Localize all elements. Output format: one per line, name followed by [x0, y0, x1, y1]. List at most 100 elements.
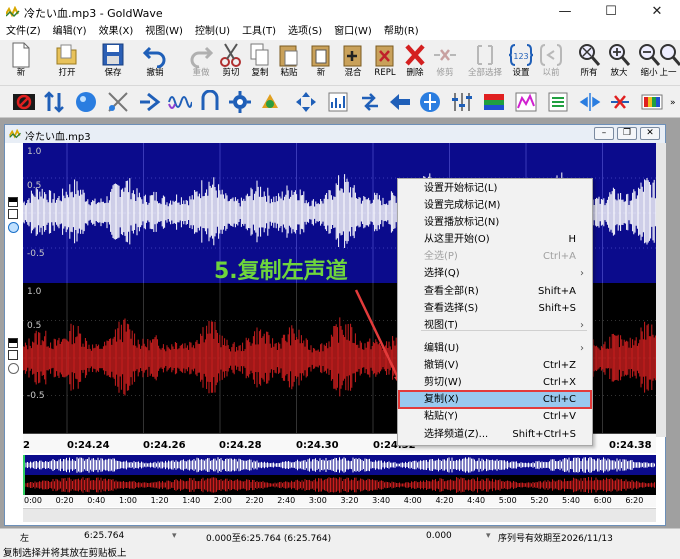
previous-button[interactable]: 以前: [534, 42, 568, 84]
status-divider-2: ▾: [486, 531, 491, 541]
context-menu-item[interactable]: 设置播放标记(N): [398, 214, 592, 231]
copy-icon: [250, 43, 269, 66]
volume-match-icon[interactable]: [418, 90, 442, 114]
overview-tick-label: 1:40: [182, 496, 201, 505]
doc-minimize-button[interactable]: –: [594, 127, 614, 140]
color-level-icon[interactable]: [640, 90, 664, 114]
left-channel-mute-checkbox[interactable]: [8, 209, 18, 219]
menu-window[interactable]: 窗口(W): [328, 24, 378, 40]
horizontal-scrollbar[interactable]: [23, 508, 656, 522]
set-selection-button[interactable]: 123 设置: [504, 42, 538, 84]
doppler-icon[interactable]: [42, 90, 66, 114]
context-menu-item[interactable]: 查看选择(S) Shift+S: [398, 300, 592, 317]
context-menu-item[interactable]: 查看全部(R) Shift+A: [398, 283, 592, 300]
pan-icon[interactable]: [294, 90, 318, 114]
offset-icon[interactable]: [258, 90, 282, 114]
menu-view[interactable]: 视图(W): [139, 24, 189, 40]
menu-tools[interactable]: 工具(T): [236, 24, 282, 40]
select-all-button[interactable]: 全部选择: [468, 42, 502, 84]
replace-label: REPL: [374, 68, 396, 78]
undo-button[interactable]: 撤销: [138, 42, 172, 84]
context-menu-item[interactable]: 粘贴(Y) Ctrl+V: [398, 408, 592, 425]
menu-help[interactable]: 帮助(R): [378, 24, 425, 40]
right-channel-solo-radio[interactable]: [8, 363, 19, 374]
zoom-all-label: 所有: [580, 68, 598, 78]
overview-tick-label: 4:00: [403, 496, 422, 505]
right-channel-mute-checkbox[interactable]: [8, 350, 18, 360]
context-menu-item[interactable]: 从这里开始(O) H: [398, 231, 592, 248]
waveform-effect-icon[interactable]: [168, 90, 192, 114]
reverse-icon[interactable]: [358, 90, 382, 114]
doc-close-button[interactable]: ✕: [640, 127, 660, 140]
context-menu-item[interactable]: 设置完成标记(M): [398, 197, 592, 214]
left-channel-enable-checkbox[interactable]: [8, 197, 18, 207]
overview-tick-label: 4:40: [467, 496, 486, 505]
mechanize-icon[interactable]: [228, 90, 252, 114]
pitch-icon[interactable]: [326, 90, 350, 114]
echo-icon[interactable]: [74, 90, 98, 114]
context-menu-item[interactable]: 编辑(U) ›: [398, 340, 592, 357]
context-menu-item-shortcut: H: [568, 234, 576, 245]
context-menu-item[interactable]: 剪切(W) Ctrl+X: [398, 374, 592, 391]
redo-button[interactable]: 重做: [184, 42, 218, 84]
menu-control[interactable]: 控制(U): [189, 24, 236, 40]
stereo-spread-icon[interactable]: [578, 90, 602, 114]
context-menu-item-label: 从这里开始(O): [424, 234, 490, 245]
stop-effect-icon[interactable]: [12, 90, 36, 114]
context-menu-item[interactable]: 复制(X) Ctrl+C: [398, 391, 592, 408]
save-button[interactable]: 保存: [96, 42, 130, 84]
context-menu-item[interactable]: 视图(T) ›: [398, 317, 592, 334]
context-menu-item[interactable]: 撤销(V) Ctrl+Z: [398, 357, 592, 374]
maximize-button[interactable]: ☐: [588, 0, 634, 24]
equalizer-tool-icon[interactable]: [106, 90, 130, 114]
silence-icon[interactable]: [608, 90, 632, 114]
overview-waveform[interactable]: [23, 455, 656, 495]
right-channel-enable-checkbox[interactable]: [8, 338, 18, 348]
context-menu-item-label: 设置播放标记(N): [424, 217, 500, 228]
context-menu-item-shortcut: Ctrl+V: [542, 411, 576, 422]
trim-button[interactable]: 修剪: [428, 42, 462, 84]
close-button[interactable]: ✕: [634, 0, 680, 24]
delete-button[interactable]: 删除: [398, 42, 432, 84]
zoom-all-icon: [579, 44, 601, 66]
left-channel-solo-radio[interactable]: [8, 222, 19, 233]
menu-file[interactable]: 文件(Z): [0, 24, 47, 40]
arrow-left-icon[interactable]: [388, 90, 412, 114]
new-button[interactable]: 新: [4, 42, 38, 84]
menu-effects[interactable]: 效果(X): [93, 24, 140, 40]
toolbar-overflow-icon[interactable]: »: [670, 98, 676, 108]
zoom-in-button[interactable]: 放大: [602, 42, 636, 84]
delete-label: 删除: [406, 68, 424, 78]
paste-button[interactable]: 粘贴: [272, 42, 306, 84]
context-menu-item[interactable]: 设置开始标记(L): [398, 180, 592, 197]
overview-tick-label: 2:20: [245, 496, 264, 505]
replace-button[interactable]: REPL: [368, 42, 402, 84]
invert-icon[interactable]: [198, 90, 222, 114]
previous-icon: [540, 44, 562, 66]
open-button[interactable]: 打开: [50, 42, 84, 84]
context-menu-item[interactable]: 全选(P) Ctrl+A: [398, 248, 592, 265]
context-menu-item[interactable]: 选择频道(Z)... Shift+Ctrl+S: [398, 426, 592, 443]
context-menu-item[interactable]: 选择(Q) ›: [398, 265, 592, 282]
minimize-button[interactable]: —: [542, 0, 588, 24]
overview-tick-label: 5:20: [530, 496, 549, 505]
zoom-previous-button[interactable]: 上一: [656, 42, 680, 84]
vertical-scrollbar[interactable]: [656, 143, 666, 437]
previous-label: 以前: [542, 68, 560, 78]
time-label-3: 0:24.28: [219, 440, 262, 451]
fade-in-icon[interactable]: [138, 90, 162, 114]
noise-reduction-icon[interactable]: [482, 90, 506, 114]
equalizer-sliders-icon[interactable]: [450, 90, 474, 114]
doc-restore-button[interactable]: ❐: [617, 127, 637, 140]
mix-button[interactable]: 混合: [336, 42, 370, 84]
menu-options[interactable]: 选项(S): [282, 24, 328, 40]
goldwave-logo-icon: [6, 6, 20, 18]
spectrum-filter-icon[interactable]: [514, 90, 538, 114]
zoom-all-button[interactable]: 所有: [572, 42, 606, 84]
delete-icon: [405, 44, 425, 66]
open-folder-icon: [56, 44, 77, 65]
channel-mixer-icon[interactable]: [546, 90, 570, 114]
paste-label: 粘贴: [280, 68, 298, 78]
menu-edit[interactable]: 编辑(Y): [47, 24, 93, 40]
paste-new-button[interactable]: 新: [304, 42, 338, 84]
